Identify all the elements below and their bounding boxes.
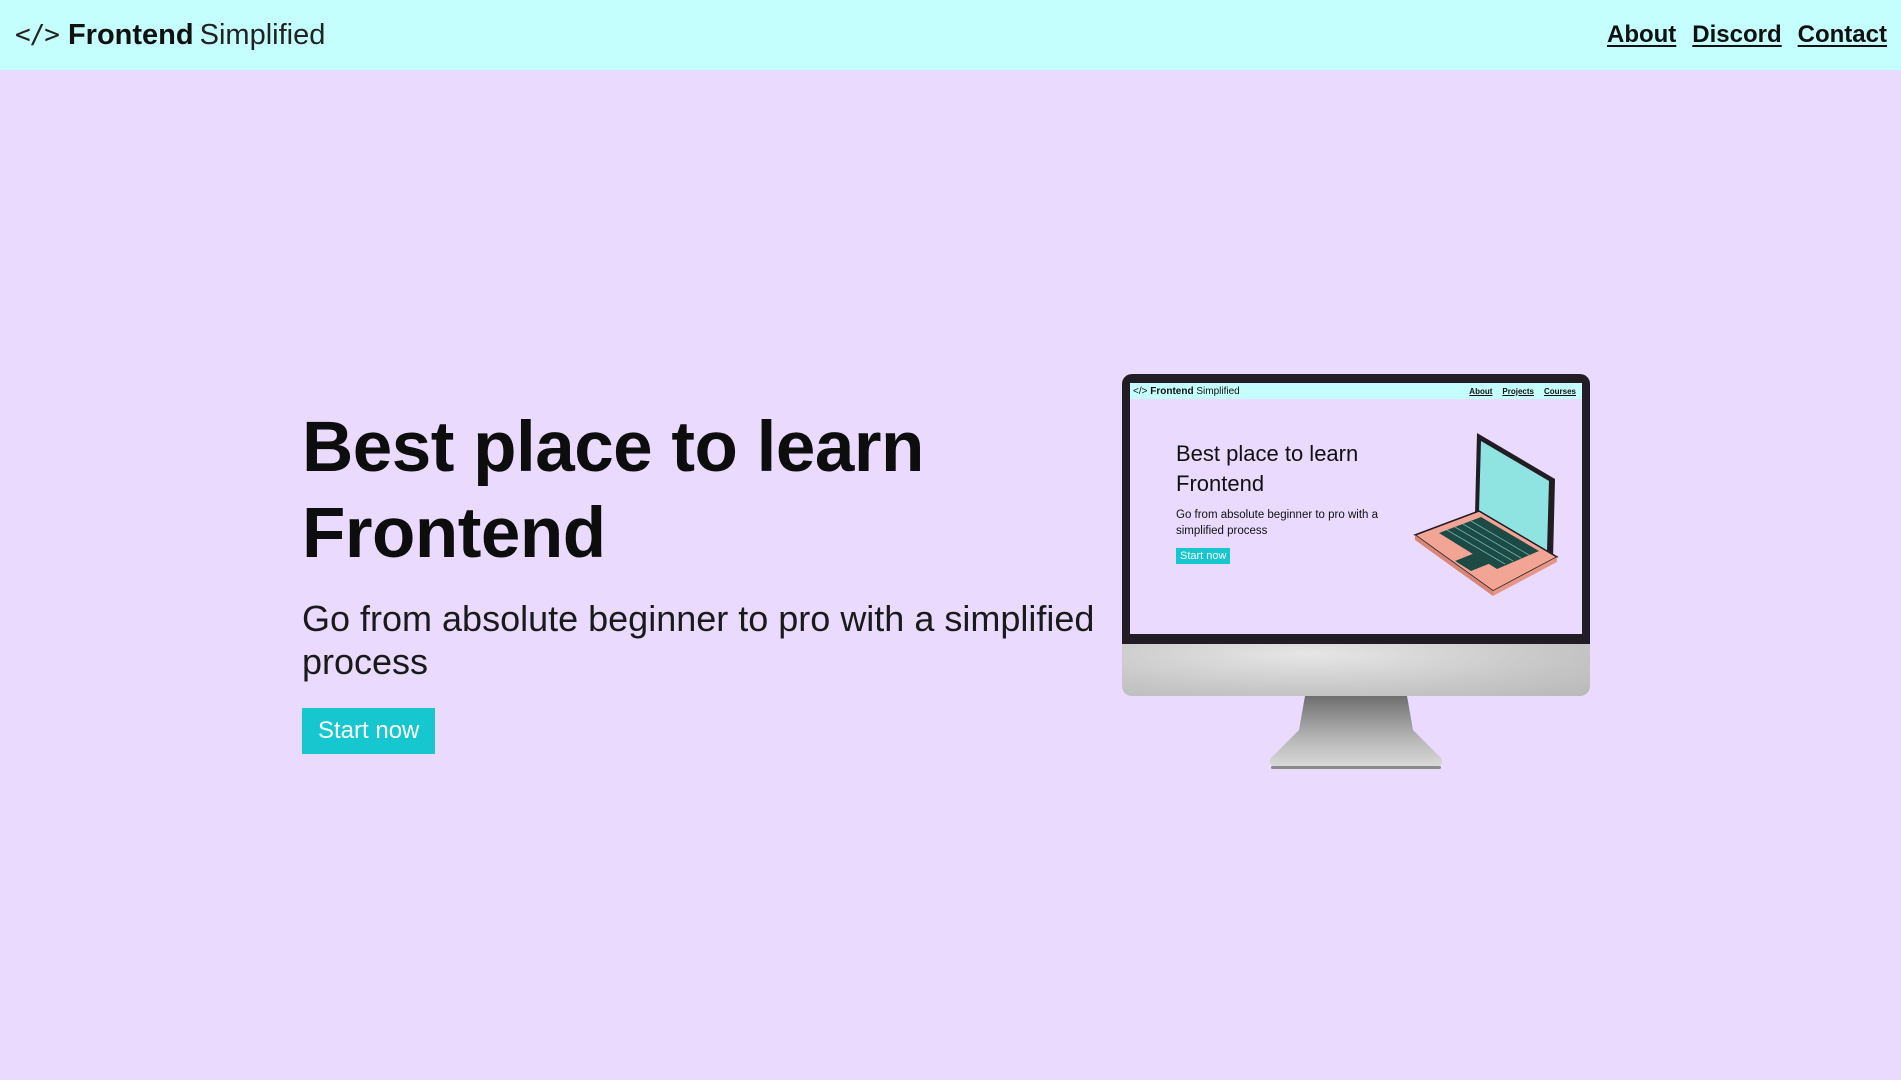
monitor-screen: </> Frontend Simplified About Projects C… xyxy=(1130,383,1582,634)
hero-title-line1: Best place to learn xyxy=(302,408,924,487)
monitor-chin xyxy=(1122,644,1590,696)
nav-links: About Discord Contact xyxy=(1607,21,1887,49)
hero-title-line2: Frontend xyxy=(302,494,606,573)
monitor-bezel: </> Frontend Simplified About Projects C… xyxy=(1122,374,1590,644)
mini-code-brackets-icon: </> xyxy=(1133,385,1148,397)
mini-start-now-button: Start now xyxy=(1176,548,1231,564)
mini-hero-title: Best place to learn Frontend xyxy=(1176,439,1358,499)
mini-nav-link-courses: Courses xyxy=(1543,386,1576,396)
mini-hero-title-line2: Frontend xyxy=(1176,471,1265,496)
mini-nav-link-about: About xyxy=(1469,386,1493,396)
hero-title: Best place to learn Frontend xyxy=(302,405,1122,577)
nav-link-discord[interactable]: Discord xyxy=(1692,21,1781,49)
mini-hero-subtitle: Go from absolute beginner to pro with a … xyxy=(1176,509,1379,537)
code-brackets-icon: </> xyxy=(15,20,60,50)
laptop-illustration xyxy=(1413,433,1559,596)
hero-subtitle: Go from absolute beginner to pro with a … xyxy=(302,598,1095,682)
mini-navbar: </> Frontend Simplified About Projects C… xyxy=(1130,383,1582,399)
brand-name-light: Simplified xyxy=(199,18,326,51)
brand-logo[interactable]: </> Frontend Simplified xyxy=(15,19,325,52)
mini-brand-logo: </> Frontend Simplified xyxy=(1133,386,1240,397)
navbar: </> Frontend Simplified About Discord Con… xyxy=(0,0,1901,70)
mini-brand-light: Simplified xyxy=(1196,385,1240,397)
nav-link-contact[interactable]: Contact xyxy=(1798,21,1887,49)
hero-section: Best place to learn Frontend Go from abs… xyxy=(302,405,1122,754)
monitor-illustration: </> Frontend Simplified About Projects C… xyxy=(1122,374,1590,772)
brand-name-bold: Frontend xyxy=(67,18,194,51)
monitor-stand xyxy=(1269,696,1443,769)
mini-hero-title-line1: Best place to learn xyxy=(1176,441,1359,466)
mini-nav-link-projects: Projects xyxy=(1502,386,1534,396)
mini-brand-bold: Frontend xyxy=(1150,385,1194,397)
brand-name: Frontend Simplified xyxy=(68,19,325,52)
start-now-button[interactable]: Start now xyxy=(302,708,436,754)
mini-nav-links: About Projects Courses xyxy=(1469,387,1576,396)
nav-link-about[interactable]: About xyxy=(1607,21,1676,49)
